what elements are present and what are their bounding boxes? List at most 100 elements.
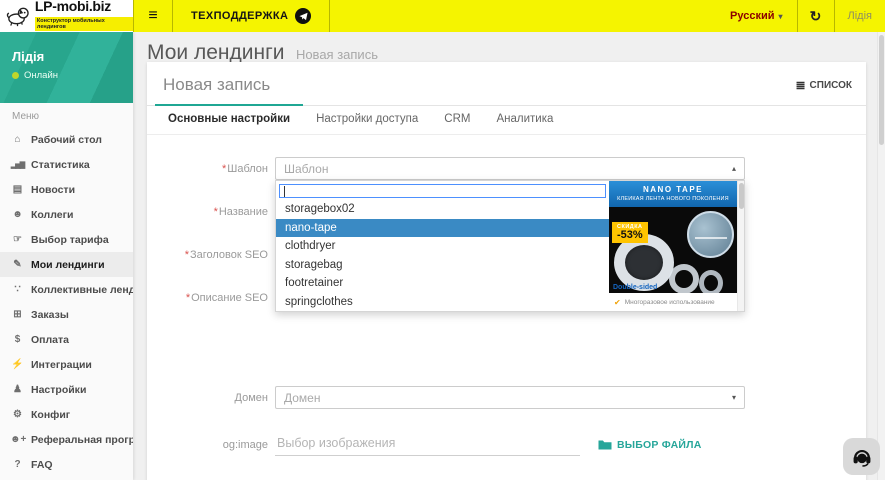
language-selector[interactable]: Русский ▾ — [716, 0, 796, 32]
preview-feature: Многоразовое использование — [625, 299, 715, 306]
topbar: LP-mobi.biz Конструктор мобильных лендин… — [0, 0, 885, 32]
sidebar-item-label: Оплата — [31, 334, 69, 346]
ogimage-input[interactable]: Выбор изображения — [275, 433, 580, 456]
domain-label: Домен — [147, 386, 268, 404]
dropdown-option[interactable]: storagebox02 — [276, 200, 609, 219]
dropdown-option[interactable]: clothdryer — [276, 237, 609, 256]
sidebar-user-panel: Лідія Онлайн — [0, 32, 133, 103]
sidebar-item-news[interactable]: ▤ Новости — [0, 177, 133, 202]
sidebar-item-label: Настройки — [31, 384, 86, 396]
sidebar-item-integrations[interactable]: ⚡Интеграции — [0, 352, 133, 377]
sidebar-item-label: Выбор тарифа — [31, 234, 109, 246]
hamburger-icon: ≡ — [148, 7, 157, 25]
news-icon: ▤ — [10, 184, 25, 195]
sidebar-item-dashboard[interactable]: ⌂ Рабочий стол — [0, 127, 133, 152]
topbar-username[interactable]: Лідія — [835, 0, 885, 32]
dog-logo-icon — [6, 5, 31, 27]
sidebar-user-name: Лідія — [12, 49, 121, 64]
app-logo[interactable]: LP-mobi.biz Конструктор мобильных лендин… — [0, 0, 133, 32]
settings-icon: ♟ — [10, 384, 25, 395]
template-preview[interactable]: NANO TAPE КЛЕЙКАЯ ЛЕНТА НОВОГО ПОКОЛЕНИЯ… — [609, 181, 737, 311]
sidebar-item-label: Рабочий стол — [31, 134, 102, 146]
preview-image: СКИДКА -53% Double-sided — [609, 207, 737, 293]
list-button[interactable]: ≣ СПИСОК — [795, 78, 852, 92]
name-label: *Название — [147, 200, 268, 218]
tab-crm[interactable]: CRM — [431, 105, 483, 134]
sidebar-item-settings[interactable]: ♟ Настройки — [0, 377, 133, 402]
seo-title-label: *Заголовок SEO — [147, 243, 268, 261]
sidebar-item-config[interactable]: ⚙Конфиг — [0, 402, 133, 427]
share-icon: ∵ — [10, 284, 25, 295]
support-chat-button[interactable] — [843, 438, 880, 475]
dropdown-search-input[interactable] — [279, 184, 606, 198]
desktop-icon: ⌂ — [10, 134, 25, 145]
topbar-spacer — [330, 0, 716, 32]
dropdown-option[interactable]: footretainer — [276, 274, 609, 293]
sidebar-item-colleagues[interactable]: ☻ Коллеги — [0, 202, 133, 227]
chevron-down-icon: ▾ — [732, 393, 736, 402]
sidebar-item-label: Интеграции — [31, 359, 92, 371]
card-title: Новая запись — [163, 75, 270, 95]
dropdown-scrollbar-thumb[interactable] — [739, 183, 744, 209]
language-label: Русский — [730, 10, 774, 22]
tape-roll-small — [699, 270, 723, 293]
page-scrollbar[interactable] — [877, 32, 885, 480]
online-status-dot — [12, 72, 19, 79]
page-scrollbar-thumb[interactable] — [879, 35, 884, 145]
choose-file-label: ВЫБОР ФАЙЛА — [617, 439, 701, 451]
check-icon: ✔ — [614, 298, 621, 307]
dropdown-options: storagebox02 nano-tape clothdryer storag… — [276, 200, 609, 311]
discount-value: -53% — [617, 230, 643, 242]
sidebar-item-label: Коллеги — [31, 209, 73, 221]
support-button[interactable]: ТЕХПОДДЕРЖКА — [173, 0, 329, 32]
breadcrumb: Новая запись — [296, 47, 378, 62]
refresh-icon: ↻ — [810, 8, 822, 25]
domain-select-placeholder: Домен — [284, 391, 321, 405]
folder-icon — [598, 439, 612, 450]
sidebar-item-payment[interactable]: $Оплата — [0, 327, 133, 352]
sidebar-toggle-button[interactable]: ≡ — [134, 0, 172, 32]
tape-roll-large — [614, 234, 674, 291]
preview-title: NANO TAPE — [611, 185, 735, 194]
logo-title: LP-mobi.biz — [35, 0, 133, 15]
tariff-icon: ☞ — [10, 234, 25, 245]
dropdown-option-selected[interactable]: nano-tape — [276, 219, 609, 238]
refresh-button[interactable]: ↻ — [798, 0, 834, 32]
sidebar-item-label: Мои лендинги — [31, 259, 105, 271]
tab-analytics[interactable]: Аналитика — [483, 105, 566, 134]
sidebar-item-tariff[interactable]: ☞ Выбор тарифа — [0, 227, 133, 252]
tab-bar: Основные настройки Настройки доступа CRM… — [147, 105, 866, 135]
dropdown-option[interactable]: springclothes — [276, 293, 609, 312]
sidebar-item-referral[interactable]: ☻+Реферальная программа — [0, 427, 133, 452]
text-cursor — [284, 186, 285, 197]
landings-icon: ✎ — [10, 259, 25, 270]
form-row-ogimage: og:image Выбор изображения ВЫБОР ФАЙЛА — [147, 433, 866, 456]
template-select[interactable]: Шаблон ▴ — [275, 157, 745, 180]
sidebar-item-collective-landings[interactable]: ∵Коллективные лендинги — [0, 277, 133, 302]
main-content: Мои лендинги Новая запись Новая запись ≣… — [133, 32, 885, 480]
sidebar-item-statistics[interactable]: ▂▅▇Статистика — [0, 152, 133, 177]
dropdown-option[interactable]: storagebag — [276, 256, 609, 275]
sidebar-item-label: FAQ — [31, 459, 53, 471]
preview-header: NANO TAPE КЛЕЙКАЯ ЛЕНТА НОВОГО ПОКОЛЕНИЯ — [609, 181, 737, 207]
domain-select[interactable]: Домен ▾ — [275, 386, 745, 409]
sidebar-item-faq[interactable]: ?FAQ — [0, 452, 133, 477]
tab-main-settings[interactable]: Основные настройки — [155, 105, 303, 134]
sidebar-item-orders[interactable]: ⊞Заказы — [0, 302, 133, 327]
sidebar-menu: ⌂ Рабочий стол ▂▅▇Статистика ▤ Новости ☻ Ко… — [0, 127, 133, 477]
tab-access-settings[interactable]: Настройки доступа — [303, 105, 431, 134]
colleagues-icon: ☻ — [10, 209, 25, 220]
sidebar: Лідія Онлайн Меню ⌂ Рабочий стол ▂▅▇Стати… — [0, 32, 133, 480]
sidebar-item-label: Реферальная программа — [31, 434, 133, 446]
chevron-down-icon: ▾ — [779, 12, 783, 21]
sidebar-item-my-landings[interactable]: ✎ Мои лендинги — [0, 252, 133, 277]
choose-file-button[interactable]: ВЫБОР ФАЙЛА — [598, 439, 701, 451]
sidebar-item-label: Новости — [31, 184, 75, 196]
card-header: Новая запись ≣ СПИСОК — [147, 62, 866, 95]
list-button-label: СПИСОК — [810, 80, 852, 91]
sidebar-menu-label: Меню — [0, 103, 133, 127]
page-header: Мои лендинги Новая запись — [133, 32, 885, 65]
template-select-placeholder: Шаблон — [284, 162, 328, 176]
dropdown-scrollbar[interactable] — [737, 181, 744, 311]
required-marker: * — [222, 163, 226, 175]
